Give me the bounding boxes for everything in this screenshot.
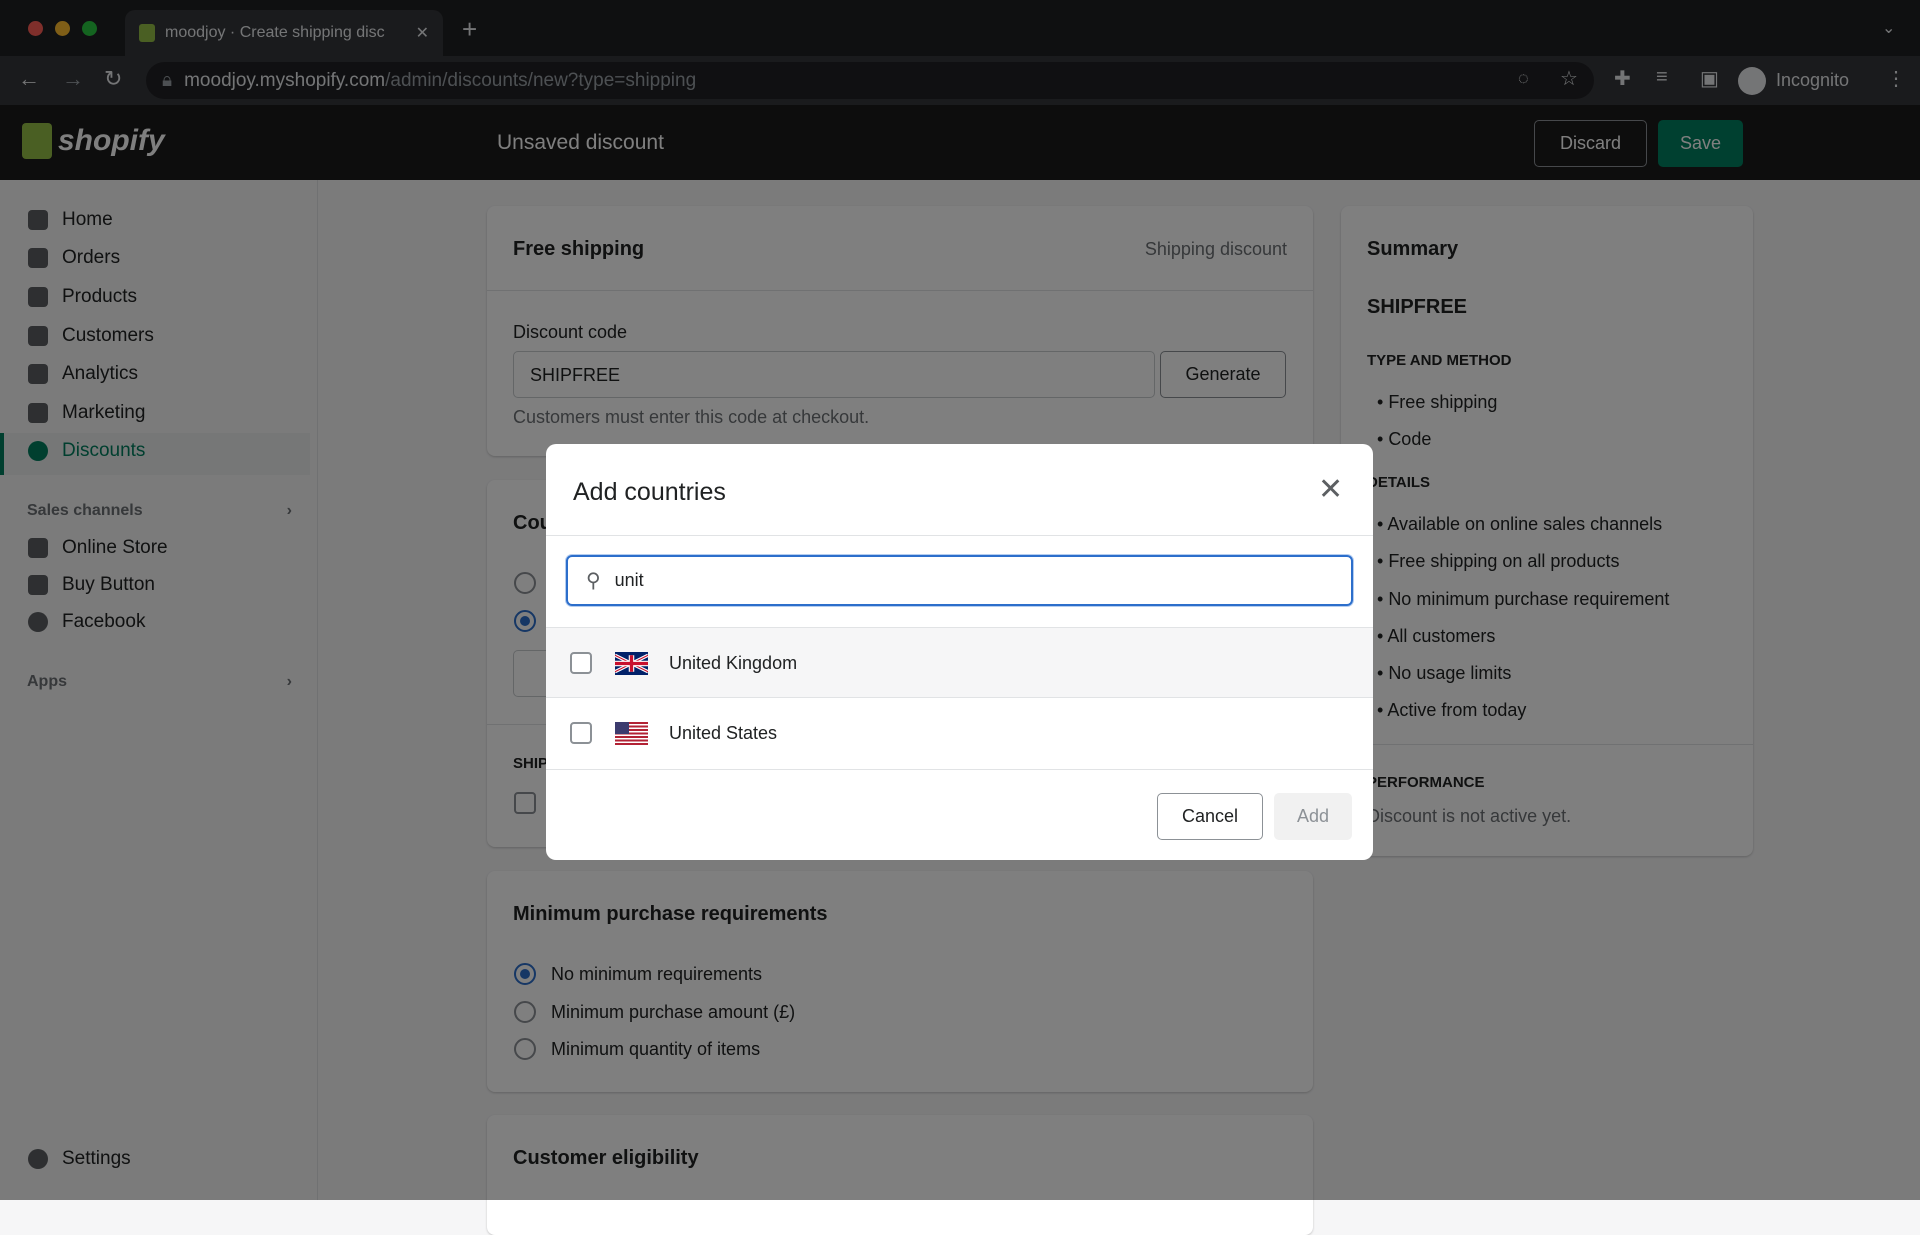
checkbox[interactable] [570, 722, 592, 744]
modal-title: Add countries [573, 478, 726, 506]
country-search-input[interactable]: ⚲ unit [566, 555, 1353, 606]
country-row-united-kingdom[interactable]: United Kingdom [546, 627, 1373, 697]
search-icon: ⚲ [586, 570, 601, 592]
add-button[interactable]: Add [1274, 793, 1352, 840]
add-countries-modal: Add countries ✕ ⚲ unit United Kingdom Un… [546, 444, 1373, 860]
us-flag-icon [615, 722, 648, 745]
divider [546, 769, 1373, 770]
close-icon[interactable]: ✕ [1318, 472, 1343, 507]
divider [546, 535, 1373, 536]
country-name: United States [669, 723, 778, 743]
cancel-button[interactable]: Cancel [1157, 793, 1263, 840]
country-name: United Kingdom [669, 653, 798, 673]
search-value: unit [614, 570, 644, 590]
country-row-united-states[interactable]: United States [546, 697, 1373, 767]
uk-flag-icon [614, 652, 649, 675]
checkbox[interactable] [570, 652, 592, 674]
